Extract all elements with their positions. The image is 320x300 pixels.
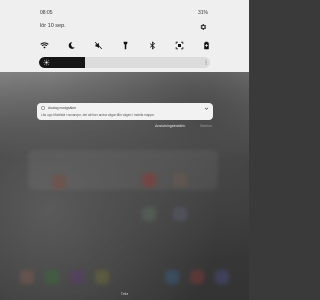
blurred-dock-icon (165, 270, 179, 284)
bluetooth-icon (149, 40, 155, 50)
blurred-dock-icon (190, 270, 204, 284)
bluetooth-tile[interactable] (145, 38, 159, 52)
sound-tile[interactable] (91, 38, 105, 52)
battery-saver-tile[interactable] (199, 38, 213, 52)
flashlight-tile[interactable] (118, 38, 132, 52)
brightness-sun-icon (43, 59, 50, 66)
quick-settings-tiles (37, 38, 213, 52)
screenshot-icon (175, 41, 183, 49)
notification-shade: 08:05 31% lör 10 sep. (0, 0, 249, 72)
battery-saver-icon (203, 41, 209, 49)
settings-gear-icon[interactable] (199, 23, 207, 31)
more-options-icon[interactable] (205, 60, 207, 65)
screenshot-tile[interactable] (172, 38, 186, 52)
notification-primary-action[interactable]: Anslutningsinställn. (155, 124, 186, 128)
chevron-down-icon[interactable] (204, 106, 209, 111)
blurred-app-icon (142, 173, 156, 187)
dark-mode-icon (68, 41, 75, 49)
blurred-app-icon (173, 173, 187, 187)
blurred-app-icon (142, 207, 156, 221)
notification-app-icon (41, 106, 45, 110)
wifi-tile[interactable] (37, 38, 51, 52)
notification-body: Läs upp Mobilstä i nuvaropn, det att fue… (41, 112, 155, 117)
blurred-app-icon (173, 207, 187, 221)
notification-card[interactable]: Analog modgsäker Läs upp Mobilstä i nuva… (37, 103, 213, 120)
notification-secondary-action[interactable]: Stänkor (200, 124, 212, 128)
date-label: lör 10 sep. (40, 23, 66, 29)
blurred-dock-icon (45, 270, 59, 284)
battery-percentage: 31% (197, 10, 208, 16)
flashlight-icon (123, 41, 127, 49)
blurred-app-icon (52, 175, 66, 189)
blurred-dock-icon (70, 270, 84, 284)
status-bar: 08:05 31% (40, 10, 208, 20)
sound-mute-icon (94, 41, 102, 49)
blurred-dock-icon (20, 270, 34, 284)
dark-mode-tile[interactable] (64, 38, 78, 52)
status-time: 08:05 (40, 10, 53, 16)
date-row: lör 10 sep. (40, 23, 209, 33)
brightness-slider[interactable] (39, 57, 210, 68)
carrier-label: Telia (120, 292, 129, 296)
notification-app-name: Analog modgsäker (48, 105, 77, 110)
notification-actions: Anslutningsinställn. Stänkor (155, 124, 212, 128)
wifi-icon (39, 41, 49, 48)
blurred-dock-icon (95, 270, 109, 284)
blurred-dock-icon (215, 270, 229, 284)
